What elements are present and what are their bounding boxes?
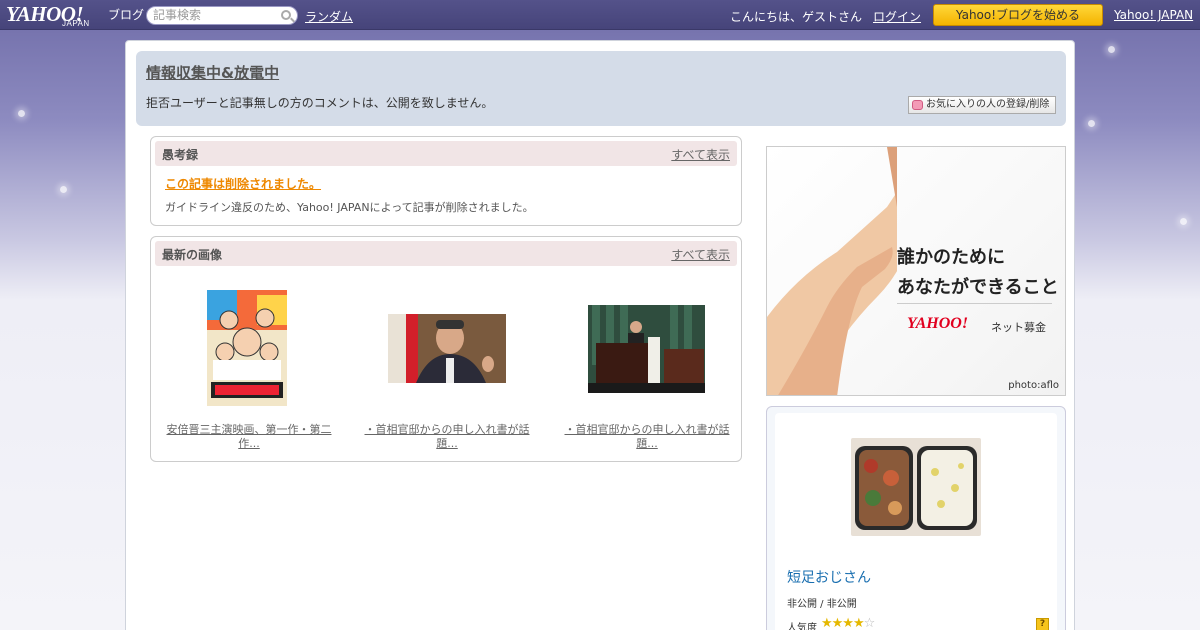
help-icon[interactable]: ? — [1036, 618, 1049, 630]
random-link[interactable]: ランダム — [305, 8, 353, 25]
guest-greeting: こんにちは、ゲストさん — [730, 10, 863, 24]
ad-divider — [897, 303, 1052, 304]
view-all-images-link[interactable]: すべて表示 — [671, 246, 730, 263]
global-header: YAHOO! JAPAN ブログ 記事検索 ランダム こんにちは、ゲストさん ロ… — [0, 0, 1200, 30]
yahoo-blog-logo[interactable]: YAHOO! JAPAN ブログ — [6, 2, 144, 28]
snow-dot — [1180, 218, 1187, 225]
search-input[interactable]: 記事検索 — [146, 6, 298, 25]
snow-dot — [18, 110, 25, 117]
blog-title[interactable]: 情報収集中&放電中 — [146, 62, 279, 83]
favorite-register-label: お気に入りの人の登録/削除 — [926, 99, 1050, 110]
heart-icon — [912, 100, 923, 110]
ad-yahoo-logo: YAHOO! — [907, 315, 969, 332]
panel-header: 愚考録 すべて表示 — [155, 141, 737, 166]
yahoo-japan-link[interactable]: Yahoo! JAPAN — [1114, 8, 1193, 22]
image-caption[interactable]: 安倍晋三主演映画、第一作・第二作... — [159, 423, 339, 451]
profile-status: 非公開 / 非公開 — [787, 599, 857, 610]
panel-title: 愚考録 — [162, 148, 199, 162]
image-thumbnail[interactable] — [588, 305, 705, 393]
snow-dot — [1108, 46, 1115, 53]
search-placeholder: 記事検索 — [153, 8, 202, 22]
blog-description: 拒否ユーザーと記事無しの方のコメントは、公開を致しません。 — [146, 96, 494, 110]
snow-dot — [60, 186, 67, 193]
articles-panel: 愚考録 すべて表示 この記事は削除されました。 ガイドライン違反のため、Yaho… — [150, 136, 742, 226]
logo-japan: JAPAN — [62, 19, 90, 28]
image-caption[interactable]: ・首相官邸からの申し入れ書が話題... — [357, 423, 537, 451]
view-all-articles-link[interactable]: すべて表示 — [671, 146, 730, 163]
login-link[interactable]: ログイン — [873, 8, 921, 25]
profile-name[interactable]: 短足おじさん — [787, 567, 871, 587]
profile-inner: 短足おじさん 非公開 / 非公開 人気度 ★★★★☆ ? — [775, 413, 1057, 630]
logo-blog: ブログ — [108, 8, 145, 22]
image-caption[interactable]: ・首相官邸からの申し入れ書が話題... — [557, 423, 737, 451]
star-empty-icon: ☆ — [863, 616, 876, 630]
image-thumbnail[interactable] — [388, 314, 506, 383]
charity-ad-banner[interactable]: 誰かのために あなたができること YAHOO! ネット募金 photo:aflo — [766, 146, 1066, 396]
popularity-label: 人気度 — [787, 623, 817, 630]
search-icon[interactable] — [281, 10, 291, 20]
snow-dot — [1088, 120, 1095, 127]
star-icon: ★★★★ — [821, 616, 865, 630]
panel-title: 最新の画像 — [162, 248, 223, 262]
handshake-illustration — [767, 147, 897, 395]
blog-container: 情報収集中&放電中 拒否ユーザーと記事無しの方のコメントは、公開を致しません。 … — [125, 40, 1075, 630]
profile-avatar[interactable] — [851, 438, 981, 536]
popularity-stars: ★★★★☆ — [821, 616, 876, 630]
start-blog-button[interactable]: Yahoo!ブログを始める — [933, 4, 1103, 26]
latest-images-panel: 最新の画像 すべて表示 安倍晋三主演映画、第一作・第二作... ・首相官邸からの… — [150, 236, 742, 462]
ad-headline-line1: 誰かのために — [897, 247, 1005, 268]
favorite-register-button[interactable]: お気に入りの人の登録/削除 — [908, 96, 1056, 114]
deleted-article-note: ガイドライン違反のため、Yahoo! JAPANによって記事が削除されました。 — [165, 201, 534, 214]
profile-box: 短足おじさん 非公開 / 非公開 人気度 ★★★★☆ ? — [766, 406, 1066, 630]
panel-header: 最新の画像 すべて表示 — [155, 241, 737, 266]
ad-net-donation: ネット募金 — [991, 321, 1046, 334]
ad-headline-line2: あなたができること — [897, 277, 1059, 298]
deleted-article-link[interactable]: この記事は削除されました。 — [165, 175, 321, 192]
blog-header: 情報収集中&放電中 拒否ユーザーと記事無しの方のコメントは、公開を致しません。 … — [136, 51, 1066, 126]
ad-photo-credit: photo:aflo — [1008, 380, 1059, 391]
image-thumbnail[interactable] — [207, 290, 287, 406]
